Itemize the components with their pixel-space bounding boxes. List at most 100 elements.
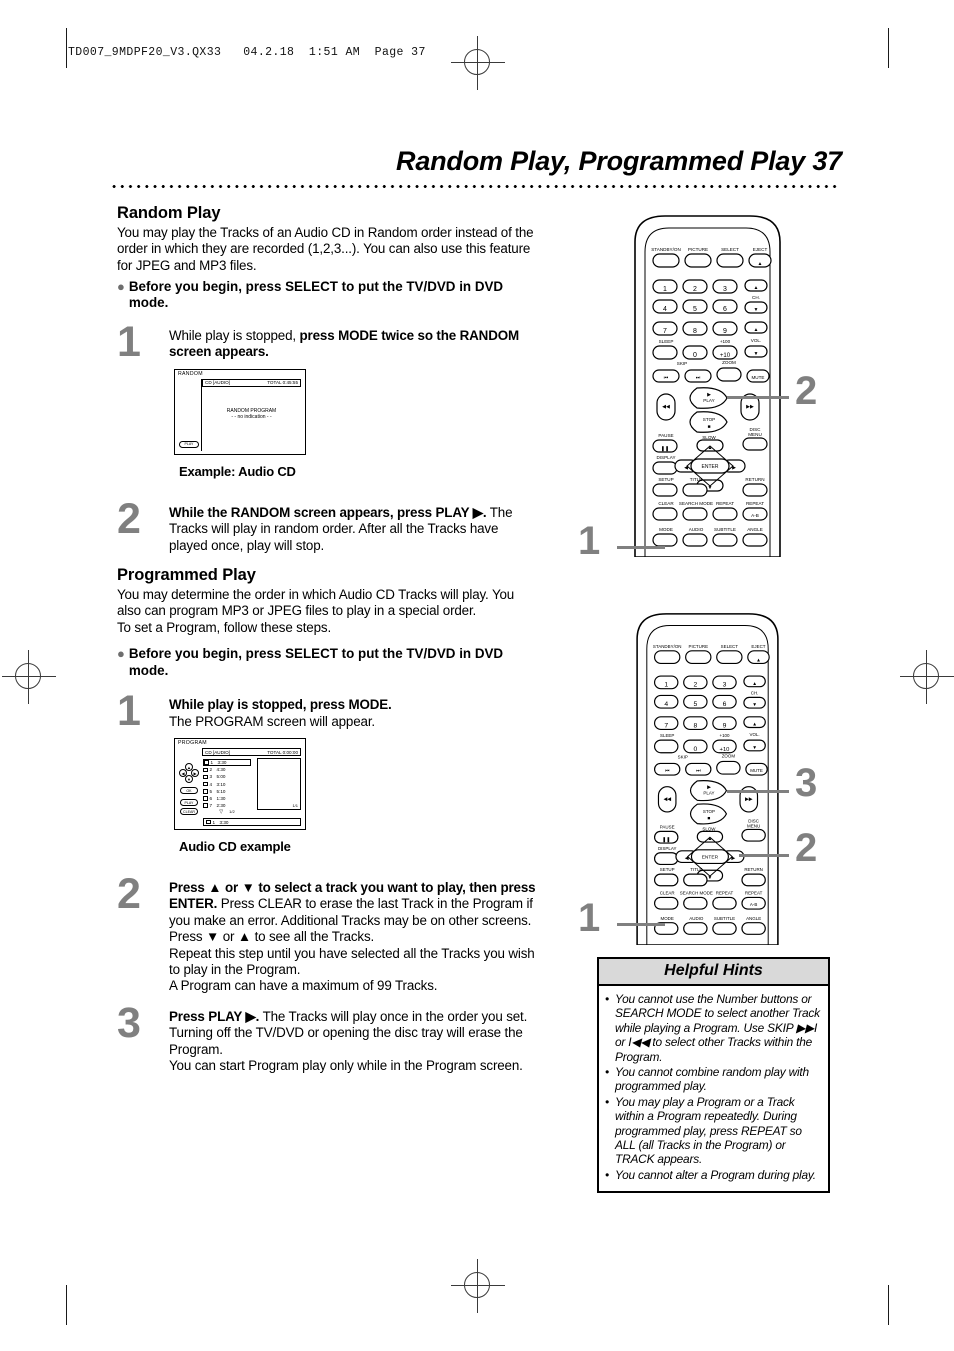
svg-text:SLOW: SLOW bbox=[702, 826, 716, 831]
remote1-label-select: SELECT bbox=[721, 247, 739, 252]
random-play-prereq-text: Before you begin, press SELECT to put th… bbox=[128, 278, 504, 311]
programmed-play-prereq-text: Before you begin, press SELECT to put th… bbox=[128, 646, 504, 678]
osd-random-disc-type: CD [AUDIO] bbox=[205, 380, 231, 386]
osd-program-track-number: 7 bbox=[209, 803, 213, 809]
programmed-play-prereq-bullet: ● Before you begin, press SELECT to put … bbox=[117, 646, 537, 679]
svg-text:■: ■ bbox=[707, 817, 710, 822]
prepress-file-header: TD007_9MDPF20_V3.QX33 04.2.18 1:51 AM Pa… bbox=[68, 46, 426, 59]
osd-random-total-time: TOTAL 0:45:55 bbox=[267, 380, 298, 386]
registration-mark-bottom bbox=[451, 1259, 505, 1313]
osd-program-track-checkbox-icon bbox=[203, 789, 208, 794]
svg-text:▶: ▶ bbox=[707, 785, 711, 791]
osd-program-disc-type: CD [AUDIO] bbox=[205, 749, 231, 755]
remote1-label-eject: EJECT bbox=[753, 247, 768, 252]
callout-line-remote1-play bbox=[727, 396, 789, 399]
svg-text:PICTURE: PICTURE bbox=[689, 644, 709, 649]
remote1-label-setup: SETUP bbox=[658, 477, 673, 482]
heading-programmed-play: Programmed Play bbox=[117, 566, 256, 585]
svg-text:0: 0 bbox=[693, 746, 697, 753]
svg-text:ANGLE: ANGLE bbox=[746, 916, 761, 921]
osd-program-track-checkbox-icon bbox=[203, 803, 208, 808]
svg-text:+10: +10 bbox=[720, 747, 730, 753]
osd-random-center-text: RANDOM PROGRAM - - no indication - - bbox=[202, 408, 301, 421]
osd-random-info-bar: CD [AUDIO] TOTAL 0:45:55 bbox=[202, 378, 301, 387]
programmed-play-intro2: To set a Program, follow these steps. bbox=[117, 619, 332, 635]
remote1-label-searchmode: SEARCH MODE bbox=[679, 501, 713, 506]
svg-text:VOL.: VOL. bbox=[750, 732, 760, 737]
svg-text:STOP: STOP bbox=[703, 809, 715, 814]
svg-text:◀: ◀ bbox=[685, 856, 689, 862]
program-step-1-number: 1 bbox=[117, 687, 141, 736]
osd-program-page-right: 1/1 bbox=[292, 803, 298, 808]
programmed-play-intro: You may determine the order in which Aud… bbox=[117, 587, 515, 619]
svg-text:DISPLAY: DISPLAY bbox=[658, 846, 677, 851]
svg-text:SELECT: SELECT bbox=[721, 644, 739, 649]
helpful-hint-item: • You cannot use the Number buttons or SE… bbox=[605, 992, 820, 1064]
program-step-1: 1 While play is stopped, press MODE. The… bbox=[117, 687, 537, 736]
svg-text:TITLE: TITLE bbox=[690, 867, 702, 872]
osd-program-track-checkbox-icon bbox=[203, 774, 208, 780]
svg-text:2: 2 bbox=[693, 682, 697, 689]
svg-text:▶: ▶ bbox=[731, 856, 735, 862]
svg-text:▲: ▲ bbox=[756, 658, 761, 663]
osd-program-page-left: 1/2 bbox=[229, 809, 235, 815]
registration-mark-right bbox=[900, 650, 954, 704]
svg-text:3: 3 bbox=[723, 682, 727, 689]
callout-line-remote2-enter bbox=[739, 854, 789, 857]
svg-text:+10: +10 bbox=[720, 353, 731, 359]
osd-program-more-indicator: ▽ 1/2 bbox=[219, 809, 235, 816]
osd-program-track-number: 5 bbox=[209, 788, 213, 794]
program-step-3-rest2: You can start Program play only while in… bbox=[169, 1058, 523, 1074]
svg-text:⏭: ⏭ bbox=[696, 375, 701, 381]
remote-illustration-1: STANDBY/ON PICTURE SELECT EJECT SLEEP +1… bbox=[625, 212, 790, 562]
svg-text:❚❚: ❚❚ bbox=[661, 446, 669, 452]
svg-text:9: 9 bbox=[723, 722, 727, 729]
program-step-1-rest: The PROGRAM screen will appear. bbox=[169, 713, 375, 729]
osd-program-track-row: 6 1:30 bbox=[203, 795, 251, 802]
registration-mark-top bbox=[451, 36, 505, 90]
svg-text:▲: ▲ bbox=[754, 327, 759, 333]
remote1-label-play: PLAY bbox=[703, 398, 714, 403]
random-step-2-text: While the RANDOM screen appears, press P… bbox=[169, 501, 537, 554]
hint-bullet-icon: • bbox=[605, 992, 609, 1006]
crop-mark-bottom-left bbox=[66, 1285, 68, 1325]
svg-text:▼: ▼ bbox=[708, 485, 713, 491]
svg-text:▼: ▼ bbox=[754, 351, 759, 357]
osd-random-play-button: PLAY bbox=[179, 440, 199, 448]
helpful-hints-list: • You cannot use the Number buttons or SE… bbox=[599, 986, 828, 1191]
osd-program-track-row: 1 3:30 bbox=[203, 759, 251, 767]
random-play-intro: You may play the Tracks of an Audio CD i… bbox=[117, 225, 534, 273]
svg-text:5: 5 bbox=[693, 306, 697, 313]
osd-program-ok-button: OK bbox=[180, 787, 198, 794]
svg-text:⏮: ⏮ bbox=[665, 769, 670, 774]
random-step-1-lead: While play is stopped, bbox=[169, 328, 300, 344]
svg-text:▼: ▼ bbox=[708, 876, 713, 881]
svg-text:7: 7 bbox=[664, 722, 668, 729]
remote1-label-vol: VOL. bbox=[751, 338, 761, 343]
svg-text:9: 9 bbox=[723, 328, 727, 335]
osd-random-screen: RANDOM CD [AUDIO] TOTAL 0:45:55 RANDOM P… bbox=[174, 368, 306, 455]
svg-text:2: 2 bbox=[693, 286, 697, 293]
svg-text:PAUSE: PAUSE bbox=[660, 824, 675, 829]
svg-text:▶: ▶ bbox=[732, 465, 736, 471]
svg-text:PLAY: PLAY bbox=[703, 790, 714, 795]
svg-text:▲: ▲ bbox=[758, 261, 763, 267]
random-play-prereq-bullet: ● Before you begin, press SELECT to put … bbox=[117, 279, 537, 312]
callout-remote1-step1: 1 bbox=[578, 519, 601, 563]
program-step-2-rest3: A Program can have a maximum of 99 Track… bbox=[169, 978, 438, 994]
osd-program-current-time: 3:30 bbox=[219, 819, 229, 825]
svg-text:■: ■ bbox=[707, 424, 710, 430]
svg-text:⏭: ⏭ bbox=[696, 769, 701, 774]
program-step-3-text: Press PLAY ▶. The Tracks will play once … bbox=[169, 1005, 537, 1075]
remote1-label-angle: ANGLE bbox=[747, 527, 763, 532]
hint-bullet-icon: • bbox=[605, 1167, 609, 1182]
callout-remote2-step3: 3 bbox=[795, 761, 818, 805]
helpful-hint-item: • You may play a Program or a Track withi… bbox=[605, 1095, 820, 1167]
svg-text:SEARCH MODE: SEARCH MODE bbox=[680, 891, 713, 896]
svg-text:0: 0 bbox=[693, 352, 697, 359]
callout-remote1-step2: 2 bbox=[795, 369, 818, 413]
svg-text:SLEEP: SLEEP bbox=[660, 733, 674, 738]
program-step-3-number: 3 bbox=[117, 998, 141, 1047]
svg-text:▼: ▼ bbox=[752, 746, 757, 751]
svg-text:▲: ▲ bbox=[708, 445, 713, 451]
